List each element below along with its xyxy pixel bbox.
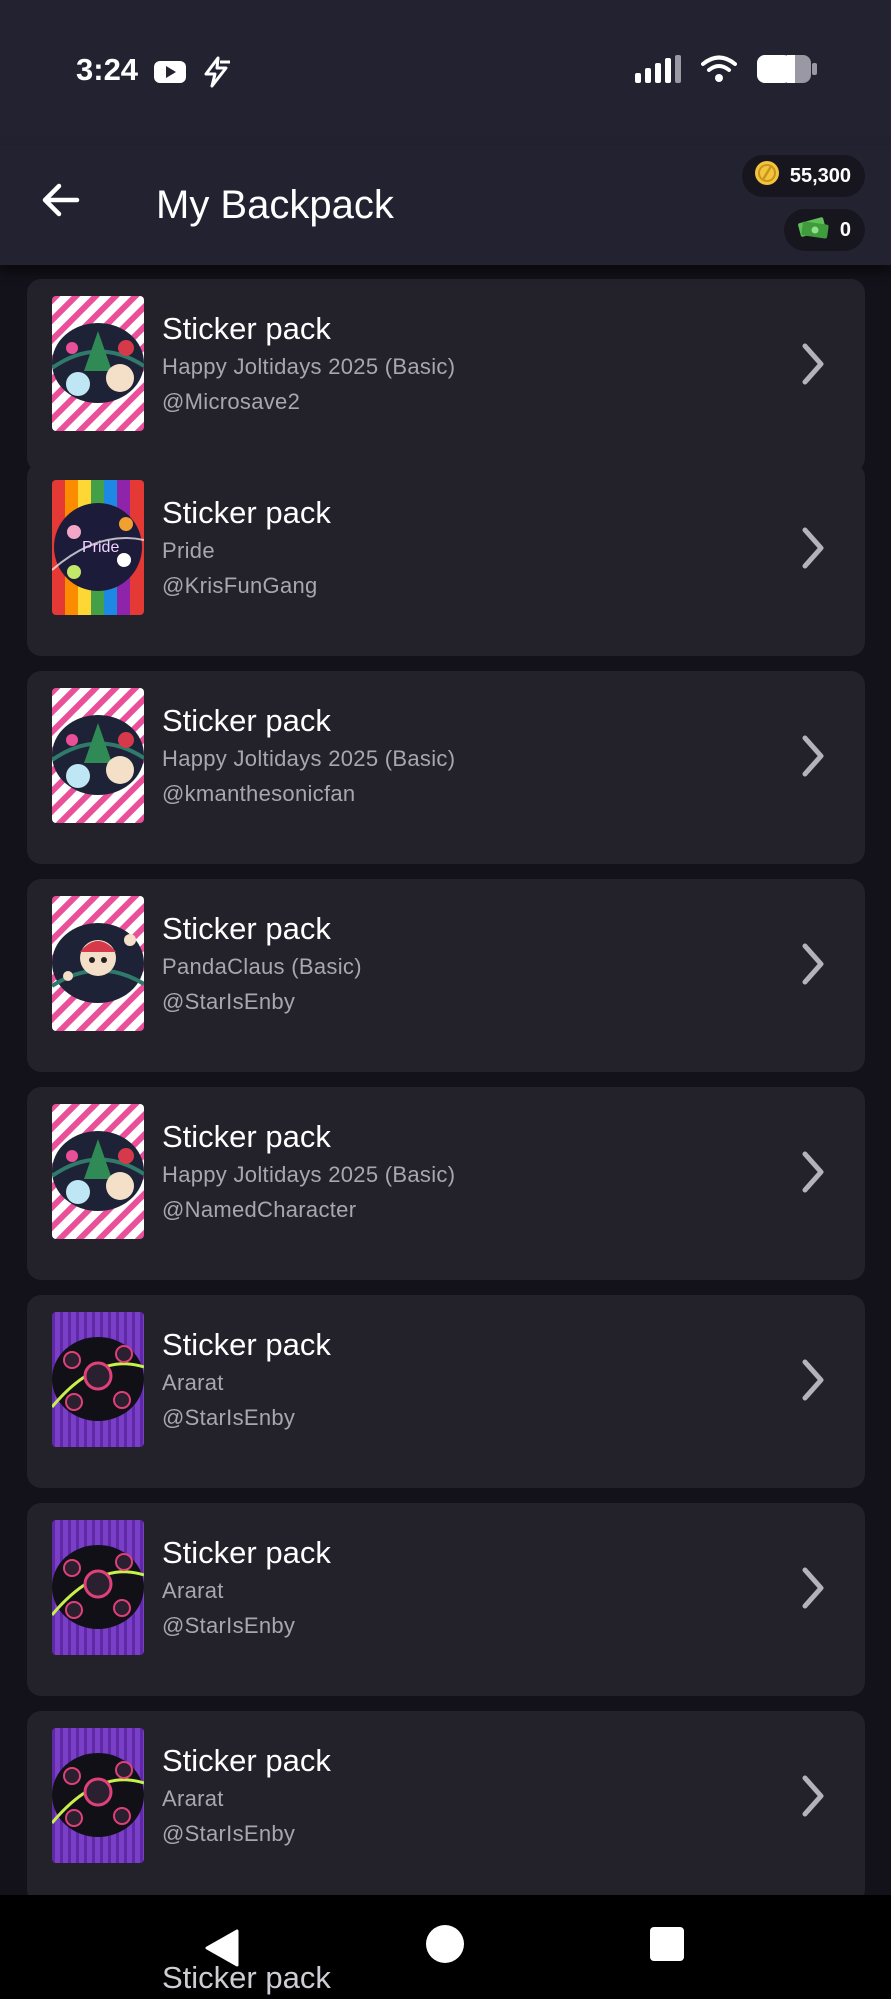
item-username: @NamedCharacter <box>162 1197 357 1222</box>
sticker-pack-thumbnail <box>52 896 144 1031</box>
status-time: 3:24 <box>76 52 139 87</box>
list-item[interactable]: Sticker pack Happy Joltidays 2025 (Basic… <box>27 279 865 472</box>
list-item[interactable]: Sticker pack Happy Joltidays 2025 (Basic… <box>27 1087 865 1280</box>
item-subtitle: Happy Joltidays 2025 (Basic) <box>162 354 456 379</box>
nav-home-icon[interactable] <box>426 1925 464 1963</box>
item-username: @StarIsEnby <box>162 1405 296 1430</box>
cash-balance[interactable]: 0 <box>783 209 865 251</box>
item-subtitle: Ararat <box>162 1578 224 1603</box>
chevron-right-icon <box>793 521 833 575</box>
chevron-right-icon <box>793 1769 833 1823</box>
cash-icon <box>796 214 830 246</box>
item-title: Sticker pack <box>162 311 331 346</box>
battery-icon <box>757 54 817 89</box>
item-subtitle: Happy Joltidays 2025 (Basic) <box>162 1162 456 1187</box>
status-notification-icons <box>154 56 232 93</box>
coin-balance[interactable]: 55,300 <box>741 155 865 197</box>
item-title: Sticker pack <box>162 911 331 946</box>
system-nav-bar <box>0 1895 891 1999</box>
sticker-pack-thumbnail <box>52 1104 144 1239</box>
item-title: Sticker pack <box>162 1743 331 1778</box>
chevron-right-icon <box>793 1145 833 1199</box>
sticker-pack-thumbnail: Pride <box>52 480 144 615</box>
status-system-icons <box>635 54 817 89</box>
item-username: @StarIsEnby <box>162 1613 296 1638</box>
sticker-pack-thumbnail <box>52 1312 144 1447</box>
wifi-icon <box>701 55 737 88</box>
item-subtitle: Ararat <box>162 1370 224 1395</box>
item-username: @StarIsEnby <box>162 1821 296 1846</box>
item-title-partial: Sticker pack <box>162 1960 331 1995</box>
sticker-pack-thumbnail <box>52 296 144 431</box>
signal-icon <box>635 55 681 88</box>
cash-amount: 0 <box>839 218 851 241</box>
list-item[interactable]: Sticker pack Ararat @StarIsEnby <box>27 1295 865 1488</box>
chevron-right-icon <box>793 729 833 783</box>
svg-text:Pride: Pride <box>82 539 119 556</box>
list-item[interactable]: Sticker pack Ararat @StarIsEnby <box>27 1711 865 1904</box>
item-title: Sticker pack <box>162 1535 331 1570</box>
item-subtitle: Ararat <box>162 1786 224 1811</box>
list-item[interactable]: Pride Sticker pack Pride @KrisFunGang <box>27 463 865 656</box>
item-username: @StarIsEnby <box>162 989 296 1014</box>
youtube-icon <box>154 60 186 89</box>
back-button[interactable] <box>34 175 88 229</box>
sticker-pack-thumbnail <box>52 688 144 823</box>
item-title: Sticker pack <box>162 1327 331 1362</box>
coin-amount: 55,300 <box>789 164 851 187</box>
item-username: @Microsave2 <box>162 389 301 414</box>
list-item[interactable]: Sticker pack PandaClaus (Basic) @StarIsE… <box>27 879 865 1072</box>
coin-icon <box>754 160 780 192</box>
chevron-right-icon <box>793 1353 833 1407</box>
chevron-right-icon <box>793 337 833 391</box>
item-title: Sticker pack <box>162 703 331 738</box>
item-subtitle: Happy Joltidays 2025 (Basic) <box>162 746 456 771</box>
chevron-right-icon <box>793 937 833 991</box>
lightning-app-icon <box>200 56 232 93</box>
status-bar: 3:24 <box>0 0 891 145</box>
item-subtitle: Pride <box>162 538 215 563</box>
sticker-pack-thumbnail <box>52 1520 144 1655</box>
item-subtitle: PandaClaus (Basic) <box>162 954 362 979</box>
chevron-right-icon <box>793 1561 833 1615</box>
item-username: @kmanthesonicfan <box>162 781 356 806</box>
arrow-left-icon <box>41 182 81 223</box>
item-title: Sticker pack <box>162 495 331 530</box>
page-title: My Backpack <box>156 183 394 227</box>
sticker-pack-thumbnail <box>52 1728 144 1863</box>
item-title: Sticker pack <box>162 1119 331 1154</box>
list-item[interactable]: Sticker pack Ararat @StarIsEnby <box>27 1503 865 1696</box>
item-username: @KrisFunGang <box>162 573 318 598</box>
app-header: My Backpack 55,300 0 <box>0 145 891 265</box>
list-item[interactable]: Sticker pack Happy Joltidays 2025 (Basic… <box>27 671 865 864</box>
nav-recents-icon[interactable] <box>650 1927 684 1961</box>
